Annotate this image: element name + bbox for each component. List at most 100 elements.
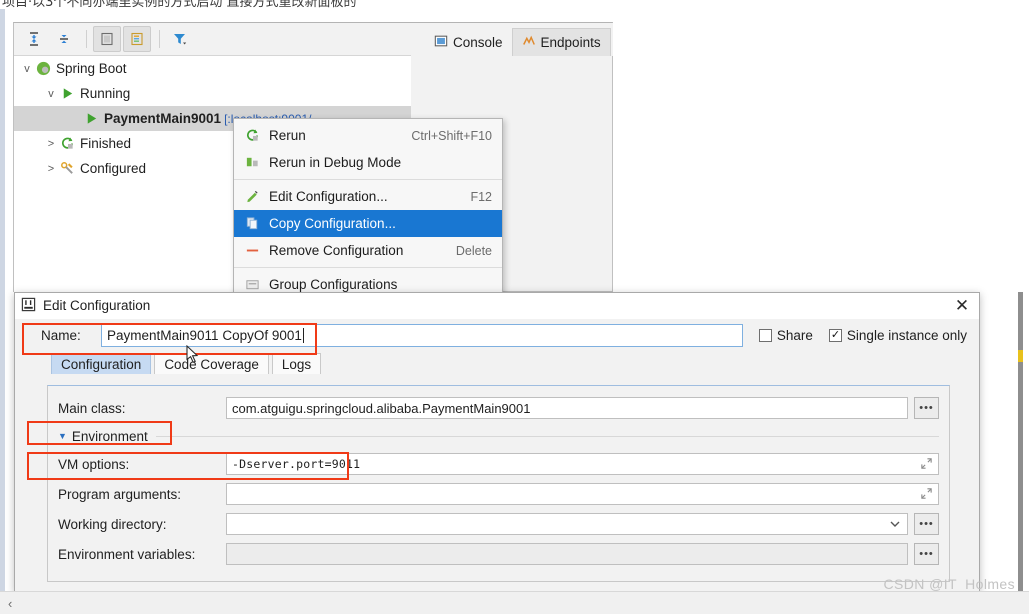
window-left-edge xyxy=(0,9,5,592)
edit-config-icon xyxy=(242,188,262,206)
tree-row-spring-boot[interactable]: v Spring Boot xyxy=(14,56,411,81)
chevron-right-icon-finished[interactable]: > xyxy=(44,138,58,150)
single-instance-checkbox[interactable]: ✓ Single instance only xyxy=(828,328,967,343)
filter-icon[interactable] xyxy=(166,26,194,52)
field-row-vm-options: VM options: -Dserver.port=9011 xyxy=(48,449,949,479)
share-checkbox[interactable]: Share xyxy=(758,328,813,343)
name-input[interactable]: PaymentMain9011 CopyOf 9001 xyxy=(101,324,743,347)
tab-endpoints-label: Endpoints xyxy=(540,35,601,50)
chevron-down-icon[interactable] xyxy=(889,518,901,530)
menu-item-label: Remove Configuration xyxy=(269,243,404,258)
run-configuration-context-menu: Rerun Ctrl+Shift+F10 Rerun in Debug Mode… xyxy=(233,118,503,302)
run-green-icon xyxy=(58,85,76,103)
menu-item-shortcut: Ctrl+Shift+F10 xyxy=(411,128,492,143)
environment-variables-browse-button[interactable]: ••• xyxy=(914,543,939,565)
run-toolbar xyxy=(14,23,411,56)
expand-editor-icon[interactable] xyxy=(920,457,934,471)
expand-all-icon[interactable] xyxy=(20,26,48,52)
watermark: CSDN @IT_Holmes xyxy=(883,576,1015,592)
menu-item-label: Copy Configuration... xyxy=(269,216,396,231)
menu-item-shortcut: Delete xyxy=(455,243,492,258)
menu-item-copy-configuration[interactable]: Copy Configuration... xyxy=(234,210,502,237)
toolbar-separator-2 xyxy=(159,30,160,48)
vm-options-label: VM options: xyxy=(58,456,130,472)
share-checkbox-label: Share xyxy=(776,328,813,343)
single-instance-checkbox-label: Single instance only xyxy=(846,328,967,343)
top-clipped-text-strip: 项目·以3个不同亦端里实例的方式启动 直接方式重改新面板的 xyxy=(0,0,1029,9)
name-row: Name: PaymentMain9011 CopyOf 9001 Share … xyxy=(15,319,979,352)
environment-variables-label: Environment variables: xyxy=(58,546,196,562)
dialog-titlebar: Edit Configuration ✕ xyxy=(15,293,979,319)
show-running-list-icon[interactable] xyxy=(93,26,121,52)
rerun-icon xyxy=(242,127,262,145)
working-directory-input[interactable] xyxy=(226,513,908,535)
main-class-input[interactable]: com.atguigu.springcloud.alibaba.PaymentM… xyxy=(226,397,908,419)
field-row-main-class: Main class: com.atguigu.springcloud.alib… xyxy=(48,393,949,423)
working-directory-browse-button[interactable]: ••• xyxy=(914,513,939,535)
chevron-down-icon-running[interactable]: v xyxy=(44,88,58,100)
menu-item-rerun[interactable]: Rerun Ctrl+Shift+F10 xyxy=(234,122,502,149)
single-instance-checkbox-box: ✓ xyxy=(828,329,842,342)
tab-logs[interactable]: Logs xyxy=(271,353,322,374)
configuration-form: Main class: com.atguigu.springcloud.alib… xyxy=(47,385,950,582)
top-clipped-text: 项目·以3个不同亦端里实例的方式启动 直接方式重改新面板的 xyxy=(2,0,357,9)
tab-endpoints[interactable]: Endpoints xyxy=(511,28,611,56)
toolbar-separator xyxy=(86,30,87,48)
dialog-title: Edit Configuration xyxy=(43,298,151,313)
tab-configuration[interactable]: Configuration xyxy=(51,353,152,374)
scroll-left-icon[interactable]: ‹ xyxy=(8,596,12,611)
console-icon xyxy=(434,34,448,51)
tab-code-coverage[interactable]: Code Coverage xyxy=(154,353,269,374)
menu-item-edit-configuration[interactable]: Edit Configuration... F12 xyxy=(234,183,502,210)
chevron-right-icon-configured[interactable]: > xyxy=(44,163,58,175)
endpoints-icon xyxy=(522,34,536,51)
tree-label: PaymentMain9001 xyxy=(104,111,222,126)
share-checkbox-box xyxy=(758,329,772,342)
minus-icon xyxy=(242,242,262,260)
close-icon[interactable]: ✕ xyxy=(949,295,975,317)
field-row-working-directory: Working directory: ••• xyxy=(48,509,949,539)
bottom-status-bar: ‹ xyxy=(0,591,1029,614)
environment-section-label: Environment xyxy=(71,428,148,444)
main-class-value: com.atguigu.springcloud.alibaba.PaymentM… xyxy=(232,400,531,416)
chevron-down-icon[interactable]: v xyxy=(20,63,34,75)
vm-options-value: -Dserver.port=9011 xyxy=(232,457,361,471)
menu-item-remove-configuration[interactable]: Remove Configuration Delete xyxy=(234,237,502,264)
menu-item-label: Rerun xyxy=(269,128,306,143)
program-arguments-input[interactable] xyxy=(226,483,939,505)
field-row-program-arguments: Program arguments: xyxy=(48,479,949,509)
spring-boot-icon xyxy=(34,60,52,78)
main-class-label: Main class: xyxy=(58,400,126,416)
main-class-browse-button[interactable]: ••• xyxy=(914,397,939,419)
expand-editor-icon[interactable] xyxy=(920,487,934,501)
working-directory-label: Working directory: xyxy=(58,516,167,532)
collapse-all-icon[interactable] xyxy=(50,26,78,52)
editor-scrollbar[interactable] xyxy=(1018,292,1023,592)
run-green-icon xyxy=(82,110,100,128)
program-arguments-label: Program arguments: xyxy=(58,486,182,502)
triangle-down-icon: ▼ xyxy=(58,431,67,441)
environment-section-rule xyxy=(155,435,939,437)
menu-item-rerun-debug[interactable]: Rerun in Debug Mode xyxy=(234,149,502,176)
scrollbar-marker xyxy=(1018,350,1023,362)
text-caret xyxy=(302,328,304,343)
tree-label: Finished xyxy=(80,136,132,151)
menu-separator-2 xyxy=(234,267,502,268)
menu-item-label: Rerun in Debug Mode xyxy=(269,155,402,170)
group-by-type-icon[interactable] xyxy=(123,26,151,52)
menu-item-shortcut: F12 xyxy=(470,189,492,204)
tab-console[interactable]: Console xyxy=(425,28,512,56)
dialog-vertical-scrollbar[interactable] xyxy=(968,385,978,582)
edit-configuration-dialog: Edit Configuration ✕ Name: PaymentMain90… xyxy=(14,292,980,592)
intellij-icon xyxy=(21,297,36,315)
tree-row-running[interactable]: v Running xyxy=(14,81,411,106)
tree-label: Running xyxy=(80,86,131,101)
menu-item-label: Edit Configuration... xyxy=(269,189,388,204)
vm-options-input[interactable]: -Dserver.port=9011 xyxy=(226,453,939,475)
rerun-icon xyxy=(58,135,76,153)
environment-variables-input[interactable] xyxy=(226,543,908,565)
field-row-environment-variables: Environment variables: ••• xyxy=(48,539,949,569)
environment-section-header[interactable]: ▼ Environment xyxy=(48,423,949,449)
tree-label: Spring Boot xyxy=(56,61,127,76)
dialog-tabs: Configuration Code Coverage Logs xyxy=(15,352,979,374)
